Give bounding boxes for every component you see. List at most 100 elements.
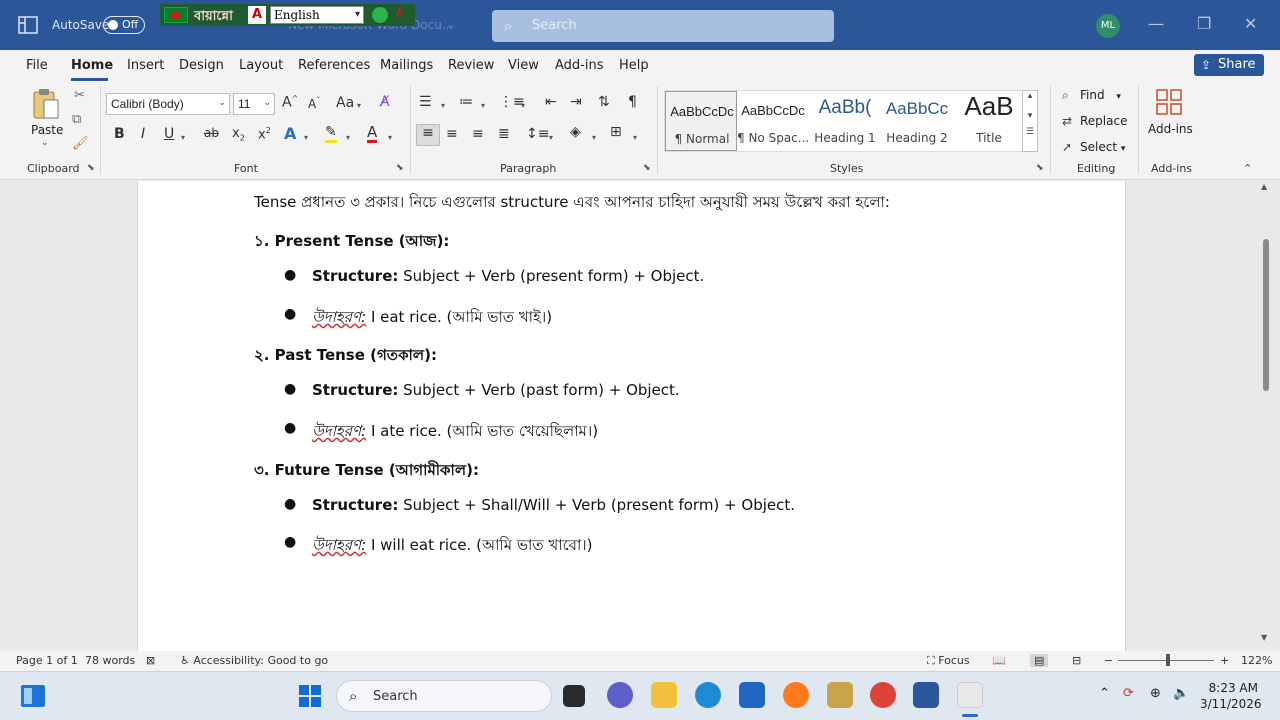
zoom-out-icon[interactable]: − (1104, 654, 1113, 667)
font-family-select[interactable]: Calibri (Body) ⌄ (106, 93, 230, 115)
shading-icon[interactable]: ◈ (570, 124, 581, 140)
show-marks-icon[interactable]: ¶ (628, 94, 637, 110)
minimize-icon[interactable]: — (1148, 14, 1164, 33)
avatar[interactable]: ML (1096, 14, 1120, 38)
share-button[interactable]: ⇪ Share (1194, 54, 1264, 76)
zoom-in-icon[interactable]: + (1220, 654, 1229, 667)
volume-icon[interactable]: 🔈 (1173, 686, 1189, 701)
borders-icon[interactable]: ⊞ (610, 124, 622, 140)
style-no-spacing[interactable]: AaBbCcDc ¶ No Spac... (737, 91, 809, 151)
close-icon[interactable]: ✕ (1244, 14, 1257, 33)
align-right-icon[interactable]: ≡ (472, 126, 484, 142)
collapse-ribbon-icon[interactable]: ⌃ (1243, 162, 1252, 175)
zoom-slider-thumb[interactable] (1166, 654, 1170, 666)
tab-review[interactable]: Review (448, 58, 494, 73)
chevron-down-icon[interactable]: ▾ (549, 133, 553, 142)
align-left-icon[interactable]: ≡ (416, 124, 440, 146)
style-title[interactable]: AaB Title (953, 91, 1025, 151)
dialog-launcher-icon[interactable]: ⬊ (1036, 163, 1044, 173)
change-case-icon[interactable]: Aa (336, 95, 354, 111)
widgets-icon[interactable] (20, 684, 46, 708)
highlight-icon[interactable]: ✎ (325, 124, 337, 143)
add-ins-grid-icon[interactable] (1155, 88, 1183, 116)
chevron-down-icon[interactable]: ▾ (388, 133, 392, 142)
owl-app-icon[interactable] (827, 682, 853, 708)
structure-line[interactable]: Structure: Subject + Shall/Will + Verb (… (312, 496, 795, 514)
text-effects-icon[interactable]: A (284, 124, 296, 143)
sort-icon[interactable]: ⇅ (598, 94, 610, 110)
chevron-down-icon[interactable]: ▾ (441, 101, 445, 110)
web-layout-icon[interactable]: ⊟ (1072, 654, 1081, 667)
section-heading[interactable]: ৩. Future Tense (আগামীকাল): (254, 459, 479, 484)
dialog-launcher-icon[interactable]: ⬊ (87, 163, 95, 173)
decrease-indent-icon[interactable]: ⇤ (545, 94, 557, 110)
firefox-icon[interactable] (783, 682, 809, 708)
section-heading[interactable]: ১. Present Tense (আজ): (254, 230, 449, 255)
paste-button[interactable]: Paste (31, 123, 63, 137)
font-color-icon[interactable]: A (367, 124, 378, 143)
ime-close-icon[interactable]: ✗ (394, 5, 406, 21)
chevron-down-icon[interactable]: ▾ (181, 133, 185, 142)
clear-formatting-icon[interactable]: A̸ (380, 94, 390, 110)
select-button[interactable]: ➚ Select ▾ (1062, 140, 1125, 154)
chevron-down-icon[interactable]: ▾ (304, 133, 308, 142)
store-icon[interactable] (739, 682, 765, 708)
ime-language-select[interactable]: English ▾ (270, 6, 364, 24)
intro-paragraph[interactable]: Tense প্রধানত ৩ প্রকার। নিচে এগুলোর stru… (254, 191, 890, 216)
chevron-down-icon[interactable]: ▾ (346, 133, 350, 142)
example-line[interactable]: উদাহরণ: I will eat rice. (আমি ভাত খাবো।) (312, 534, 593, 559)
style-heading-1[interactable]: AaBb( Heading 1 (809, 91, 881, 151)
scroll-down-icon[interactable]: ▼ (1261, 633, 1267, 642)
tab-view[interactable]: View (508, 58, 539, 73)
example-line[interactable]: উদাহরণ: I eat rice. (আমি ভাত খাই।) (312, 306, 552, 331)
snipping-tool-icon[interactable] (957, 682, 983, 708)
file-explorer-icon[interactable] (651, 682, 677, 708)
restore-icon[interactable]: ❐ (1197, 14, 1211, 33)
superscript-icon[interactable]: x2 (258, 126, 271, 142)
clock[interactable]: 8:23 AM 3/11/2026 (1200, 680, 1262, 712)
format-painter-icon[interactable]: 🖌 (72, 136, 89, 151)
tab-home[interactable]: Home (71, 58, 113, 73)
underline-icon[interactable]: U (164, 126, 174, 142)
style-normal[interactable]: AaBbCcDc ¶ Normal (665, 91, 737, 151)
chevron-down-icon[interactable]: ▾ (481, 101, 485, 110)
replace-button[interactable]: ⇄ Replace (1062, 114, 1127, 128)
italic-icon[interactable]: I (141, 126, 145, 142)
numbering-icon[interactable]: ≔ (459, 94, 473, 110)
globe-icon[interactable]: ⊕ (1150, 686, 1161, 701)
copy-icon[interactable]: ⧉ (72, 112, 81, 127)
dialog-launcher-icon[interactable]: ⬊ (643, 163, 651, 173)
chevron-down-icon[interactable]: ⌄ (446, 18, 455, 31)
more-styles-icon[interactable]: ☰ (1023, 127, 1037, 137)
edge-icon[interactable] (695, 682, 721, 708)
ime-a-icon[interactable]: A (248, 6, 266, 24)
chrome-icon[interactable] (870, 682, 896, 708)
windows-start-icon[interactable] (298, 684, 322, 708)
word-grid-icon[interactable] (18, 16, 38, 34)
autosave-toggle[interactable]: Off (103, 16, 145, 34)
tab-layout[interactable]: Layout (239, 58, 283, 73)
bullets-icon[interactable]: ☰ (419, 94, 432, 110)
structure-line[interactable]: Structure: Subject + Verb (present form)… (312, 267, 704, 285)
style-heading-2[interactable]: AaBbCc Heading 2 (881, 91, 953, 151)
chevron-up-icon[interactable]: ▴ (1023, 91, 1037, 101)
font-size-select[interactable]: 11 ⌄ (233, 93, 275, 115)
chevron-up-icon[interactable]: ⌃ (1099, 686, 1110, 701)
section-heading[interactable]: ২. Past Tense (গতকাল): (254, 344, 437, 369)
subscript-icon[interactable]: x2 (232, 126, 245, 143)
chevron-down-icon[interactable]: ▾ (357, 101, 361, 110)
document-page[interactable]: Tense প্রধানত ৩ প্রকার। নিচে এগুলোর stru… (137, 181, 1126, 651)
tab-references[interactable]: References (298, 58, 370, 73)
word-icon[interactable] (913, 682, 939, 708)
dialog-launcher-icon[interactable]: ⬊ (396, 163, 404, 173)
bangladesh-flag-icon[interactable] (164, 7, 188, 23)
tab-file[interactable]: File (26, 58, 48, 73)
word-count[interactable]: 78 words (85, 654, 135, 667)
teams-icon[interactable] (607, 682, 633, 708)
clipboard-paste-icon[interactable] (32, 88, 60, 120)
tab-add-ins[interactable]: Add-ins (555, 58, 603, 73)
bold-icon[interactable]: B (114, 126, 125, 142)
tab-insert[interactable]: Insert (127, 58, 164, 73)
page-count[interactable]: Page 1 of 1 (16, 654, 78, 667)
add-ins-button[interactable]: Add-ins (1148, 122, 1193, 136)
